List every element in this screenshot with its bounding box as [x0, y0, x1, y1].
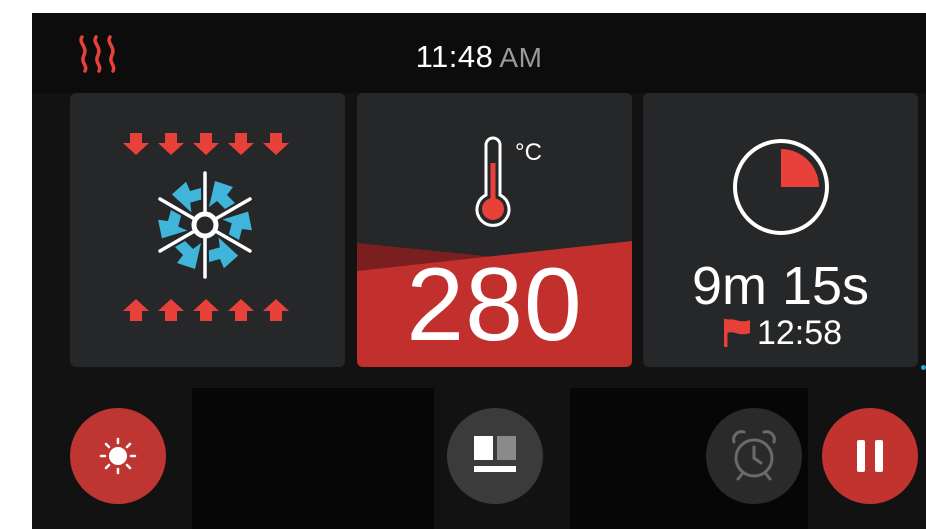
- alarm-button[interactable]: [706, 408, 802, 504]
- temperature-card[interactable]: °C 280: [357, 93, 632, 367]
- temperature-unit: °C: [515, 139, 542, 166]
- alarm-clock-icon: [732, 430, 776, 481]
- layout-view-button[interactable]: [447, 408, 543, 504]
- cooking-mode-card[interactable]: [70, 93, 345, 367]
- timer-end-row: 12:58: [643, 315, 918, 351]
- layout-view-icon: [474, 436, 516, 472]
- timer-pie-icon: [733, 139, 829, 235]
- clock-time: 11:48: [415, 39, 494, 74]
- timer-end-time: 12:58: [756, 314, 843, 352]
- flag-icon: [723, 319, 750, 348]
- timer-remaining: 9m 15s: [691, 256, 870, 316]
- clock: 11:48 AM: [32, 39, 926, 75]
- convection-fan-icon: [123, 133, 289, 321]
- light-sun-icon: [99, 437, 137, 475]
- thermometer-icon: [475, 136, 511, 227]
- temperature-value: 280: [406, 247, 583, 363]
- control-panel-left: [192, 388, 434, 529]
- scroll-indicator-dot: [921, 365, 926, 370]
- timer-card[interactable]: 9m 15s 12:58: [643, 93, 918, 367]
- oven-screen: 11:48 AM °C 280 9m 15s 12:58: [32, 13, 926, 529]
- clock-am-pm: AM: [499, 42, 543, 73]
- status-bar: 11:48 AM: [32, 13, 926, 93]
- pause-button[interactable]: [822, 408, 918, 504]
- pause-icon: [857, 440, 883, 472]
- light-button[interactable]: [70, 408, 166, 504]
